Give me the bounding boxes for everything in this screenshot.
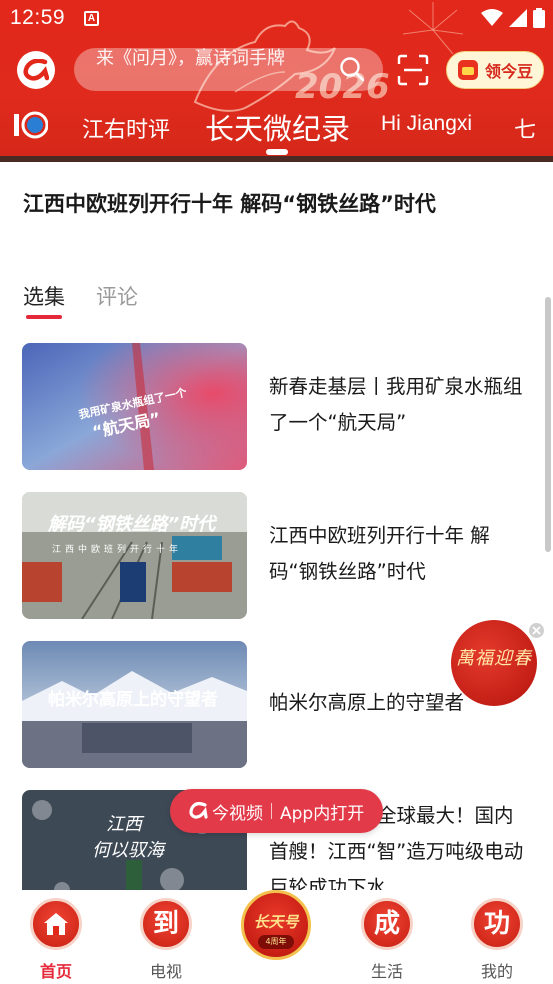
svg-text:何以驭海: 何以驭海 xyxy=(92,840,167,861)
channel-tab-changtian[interactable]: 长天微纪录 xyxy=(205,106,350,148)
dao-glyph-icon: 到 xyxy=(152,909,179,939)
float-close-button[interactable] xyxy=(527,621,546,640)
open-in-app-button[interactable]: 今视频 App内打开 xyxy=(170,789,383,833)
channel-tab-hi-jiangxi[interactable]: Hi Jiangxi xyxy=(381,112,472,136)
search-placeholder: 来《问月》，赢诗词手牌 xyxy=(96,48,285,69)
nav-item-home[interactable]: 首页 xyxy=(16,890,96,984)
battery-icon xyxy=(533,8,545,28)
channel-tabs: 江右时评 长天微纪录 Hi Jiangxi 七 xyxy=(0,104,553,148)
app-header: 2026 12:59 A 来《问月》，赢诗词手牌 领今豆 江右时评 长天微纪录 … xyxy=(0,0,553,162)
open-in-app-action: App内打开 xyxy=(280,803,365,824)
open-in-app-separator xyxy=(271,803,272,819)
episode-title[interactable]: 江西中欧班列开行十年 解码“钢铁丝路”时代 xyxy=(269,518,531,590)
gong-glyph-icon: 功 xyxy=(483,909,510,939)
search-icon[interactable] xyxy=(339,56,365,82)
nav-home-circle xyxy=(30,898,82,950)
anniversary-badge: 4周年 xyxy=(258,935,294,949)
claim-beans-button[interactable]: 领今豆 xyxy=(446,51,544,89)
channel-globe-icon[interactable] xyxy=(14,108,48,142)
changtianhao-logo-text: 长天号 xyxy=(253,913,299,931)
status-bar: 12:59 A xyxy=(0,0,553,36)
nav-mine-circle: 功 xyxy=(471,898,523,950)
episode-item[interactable]: 我用矿泉水瓶组了一个 “航天局” 新春走基层丨我用矿泉水瓶组了一个“航天局” xyxy=(0,343,553,470)
nav-label-tv: 电视 xyxy=(149,962,182,981)
nav-label-mine: 我的 xyxy=(480,962,513,981)
nav-tv-circle: 到 xyxy=(140,898,192,950)
svg-text:解码“钢铁丝路”时代: 解码“钢铁丝路”时代 xyxy=(47,514,218,535)
nav-item-tv[interactable]: 到 电视 xyxy=(126,890,206,984)
episode-title[interactable]: 新春走基层丨我用矿泉水瓶组了一个“航天局” xyxy=(269,369,531,441)
svg-text:帕米尔高原上的守望者: 帕米尔高原上的守望者 xyxy=(48,689,218,710)
nav-label-life: 生活 xyxy=(370,962,403,981)
float-badge-text: 萬福迎春 xyxy=(456,648,532,669)
tab-comments[interactable]: 评论 xyxy=(96,281,138,311)
thumbnail-image: 解码“钢铁丝路”时代 江西中欧班列开行十年 xyxy=(22,492,247,619)
new-year-float-badge[interactable]: 萬福迎春 xyxy=(451,620,537,706)
content-tabs: 选集 评论 xyxy=(0,277,553,323)
status-time: 12:59 xyxy=(10,6,66,29)
status-icons xyxy=(481,7,545,29)
episode-thumbnail[interactable]: 我用矿泉水瓶组了一个 “航天局” xyxy=(22,343,247,470)
list-scrollbar[interactable] xyxy=(545,297,551,552)
episode-thumbnail[interactable]: 解码“钢铁丝路”时代 江西中欧班列开行十年 xyxy=(22,492,247,619)
search-bar[interactable]: 来《问月》，赢诗词手牌 xyxy=(74,48,383,91)
episode-item[interactable]: 解码“钢铁丝路”时代 江西中欧班列开行十年 江西中欧班列开行十年 解码“钢铁丝路… xyxy=(0,492,553,619)
thumbnail-image: 帕米尔高原上的守望者 xyxy=(22,641,247,768)
nav-label-home: 首页 xyxy=(39,962,72,981)
notification-icon: A xyxy=(84,11,99,26)
channel-tab-partial[interactable]: 七 xyxy=(514,112,536,144)
app-screen: 2026 12:59 A 来《问月》，赢诗词手牌 领今豆 江右时评 长天微纪录 … xyxy=(0,0,553,984)
channel-active-indicator xyxy=(266,149,288,155)
home-icon xyxy=(44,913,68,935)
app-logo[interactable] xyxy=(17,51,55,89)
claim-beans-label: 领今豆 xyxy=(485,62,534,81)
open-in-app-brand: 今视频 xyxy=(212,803,263,824)
bottom-navigation: 首页 到 电视 长天号 4周年 成 生活 功 我的 xyxy=(0,890,553,984)
cell-signal-icon xyxy=(509,9,527,27)
scan-icon[interactable] xyxy=(397,54,429,86)
channel-tab-jiangyou[interactable]: 江右时评 xyxy=(82,112,170,144)
cheng-glyph-icon: 成 xyxy=(373,909,400,939)
thumbnail-image: 我用矿泉水瓶组了一个 “航天局” xyxy=(22,343,247,470)
tab-active-indicator xyxy=(26,315,62,319)
tab-episodes[interactable]: 选集 xyxy=(23,281,65,311)
wifi-icon xyxy=(481,9,503,26)
coin-wallet-icon xyxy=(458,60,478,80)
alpha-logo-icon xyxy=(23,59,49,81)
episode-thumbnail[interactable]: 帕米尔高原上的守望者 xyxy=(22,641,247,768)
video-title: 江西中欧班列开行十年 解码“钢铁丝路”时代 xyxy=(23,192,436,216)
close-icon xyxy=(532,626,541,635)
nav-item-life[interactable]: 成 生活 xyxy=(347,890,427,984)
nav-life-circle: 成 xyxy=(361,898,413,950)
svg-text:江西中欧班列开行十年: 江西中欧班列开行十年 xyxy=(52,543,182,555)
nav-item-mine[interactable]: 功 我的 xyxy=(457,890,537,984)
nav-item-changtianhao[interactable]: 长天号 4周年 xyxy=(241,890,311,960)
svg-text:江西: 江西 xyxy=(106,814,145,835)
alpha-logo-icon xyxy=(189,802,208,819)
